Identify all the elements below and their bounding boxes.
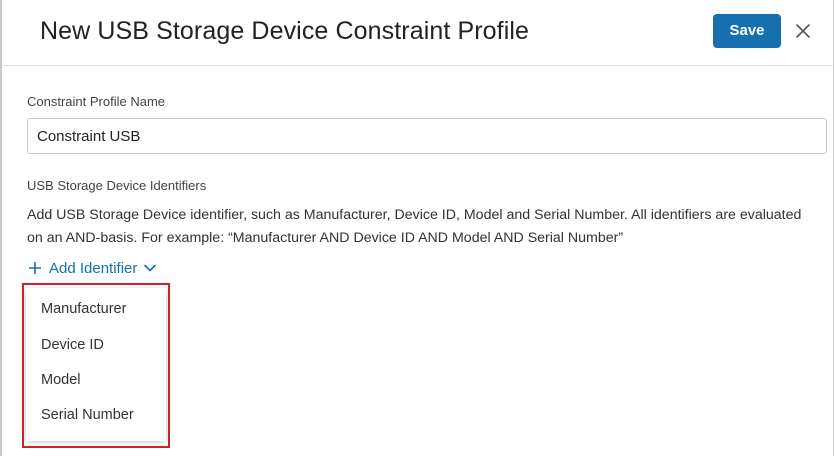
add-identifier-button[interactable]: Add Identifier	[28, 257, 157, 279]
plus-icon	[29, 262, 41, 274]
dialog-header: New USB Storage Device Constraint Profil…	[2, 0, 834, 66]
save-button[interactable]: Save	[713, 14, 781, 48]
identifiers-label: USB Storage Device Identifiers	[27, 178, 207, 193]
close-icon	[796, 24, 810, 38]
add-identifier-label: Add Identifier	[49, 259, 138, 277]
highlight-annotation-box	[22, 283, 170, 448]
dialog-title: New USB Storage Device Constraint Profil…	[40, 17, 530, 45]
profile-name-input[interactable]	[27, 118, 827, 154]
usb-constraint-profile-dialog: New USB Storage Device Constraint Profil…	[0, 0, 834, 456]
identifiers-description: Add USB Storage Device identifier, such …	[27, 207, 802, 246]
profile-name-label: Constraint Profile Name	[27, 94, 165, 109]
close-button[interactable]	[791, 19, 815, 43]
chevron-down-icon	[144, 264, 157, 272]
